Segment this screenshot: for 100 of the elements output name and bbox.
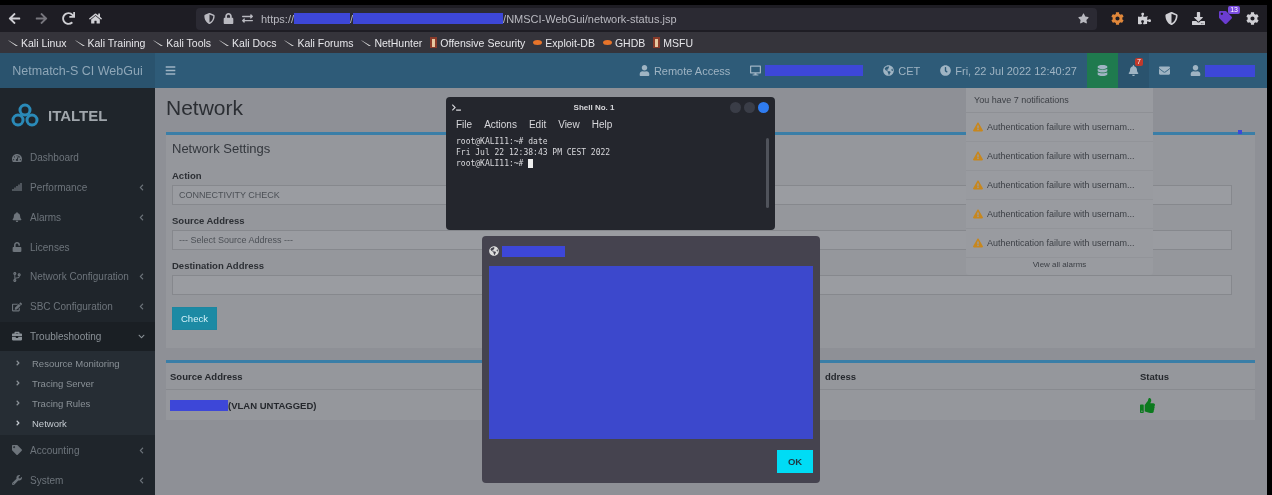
field-label: Destination Address bbox=[172, 260, 265, 271]
notification-item[interactable]: Authentication failure with usernam... bbox=[966, 142, 1153, 171]
edit-icon bbox=[12, 301, 22, 312]
fork-icon bbox=[12, 271, 22, 282]
clock-icon bbox=[940, 65, 952, 76]
database-icon[interactable] bbox=[1097, 65, 1108, 76]
sidebar-item[interactable]: Accounting bbox=[0, 435, 155, 466]
warning-icon bbox=[973, 238, 983, 248]
terminal-line: Fri Jul 22 12:38:43 PM CEST 2022 bbox=[456, 148, 611, 157]
reload-icon[interactable] bbox=[62, 12, 75, 25]
sidebar-item[interactable]: Network Configuration bbox=[0, 261, 155, 292]
submenu-item[interactable]: Resource Monitoring bbox=[0, 353, 155, 374]
chevron-icon bbox=[14, 399, 22, 408]
check-button[interactable]: Check bbox=[172, 307, 217, 330]
address-bar[interactable]: https:// / /NMSCI-WebGui/network-status.jsp bbox=[196, 7, 1097, 30]
sidebar-item[interactable]: Licenses bbox=[0, 232, 155, 262]
mail-icon[interactable] bbox=[1159, 65, 1170, 76]
user-icon[interactable] bbox=[1190, 65, 1201, 76]
menu-item[interactable]: File bbox=[456, 119, 473, 130]
extension-icon[interactable] bbox=[1138, 12, 1151, 25]
bookmark-link[interactable]: Offensive Security bbox=[430, 36, 526, 49]
chevron-icon bbox=[14, 419, 22, 428]
globe-icon bbox=[489, 246, 499, 256]
bookmark-star-icon[interactable] bbox=[1078, 13, 1089, 24]
bar-chart-icon bbox=[12, 182, 22, 193]
warning-icon bbox=[973, 151, 983, 161]
field-label: Action bbox=[172, 170, 202, 181]
column-header: Status bbox=[1140, 370, 1170, 382]
dashboard-icon bbox=[12, 152, 22, 163]
redaction-bar bbox=[1205, 64, 1255, 77]
menu-item[interactable]: Actions bbox=[484, 119, 517, 130]
user-icon bbox=[638, 65, 650, 76]
notification-item[interactable]: Authentication failure with usernam... bbox=[966, 200, 1153, 229]
submenu-item[interactable]: Network bbox=[0, 413, 155, 434]
tag-icon bbox=[12, 445, 22, 456]
warning-icon bbox=[973, 122, 983, 132]
notification-item[interactable]: Authentication failure with usernam... bbox=[966, 171, 1153, 200]
timezone-label: CET bbox=[898, 64, 921, 77]
submenu-item[interactable]: Tracing Server bbox=[0, 373, 155, 394]
settings-icon[interactable] bbox=[1246, 12, 1259, 25]
briefcase-icon bbox=[12, 331, 22, 342]
menu-item[interactable]: Help bbox=[591, 119, 613, 130]
window-title: Shell No. 1 bbox=[572, 102, 616, 112]
bookmark-link[interactable]: Kali Tools bbox=[153, 36, 212, 49]
submenu-item[interactable]: Tracing Rules bbox=[0, 393, 155, 414]
wrench-icon bbox=[12, 475, 22, 486]
logo-icon bbox=[10, 102, 40, 129]
bookmark-link[interactable]: Kali Training bbox=[74, 36, 146, 49]
menu-icon[interactable] bbox=[165, 65, 176, 76]
back-icon[interactable] bbox=[8, 12, 21, 25]
close-button[interactable] bbox=[758, 101, 769, 113]
terminal-line: root@KALI11:~# date bbox=[456, 137, 548, 146]
date-time: Fri, 22 Jul 2022 12:40:27 bbox=[955, 64, 1077, 77]
bookmark-link[interactable]: Exploit-DB bbox=[533, 36, 595, 49]
url-text: / bbox=[350, 12, 354, 25]
bookmark-link[interactable]: Kali Forums bbox=[284, 36, 354, 49]
remote-access-link[interactable]: Remote Access bbox=[653, 64, 731, 77]
page-title: Network bbox=[166, 96, 244, 120]
globe-icon bbox=[883, 65, 895, 76]
forward-icon[interactable] bbox=[35, 12, 48, 25]
computer-icon bbox=[750, 65, 762, 76]
permissions-icon bbox=[242, 13, 253, 24]
column-header: Source Address bbox=[170, 370, 243, 382]
sidebar-item[interactable]: Dashboard bbox=[0, 142, 155, 173]
bookmark-link[interactable]: Kali Linux bbox=[8, 36, 67, 49]
bookmark-link[interactable]: GHDB bbox=[602, 36, 646, 49]
redaction-bar bbox=[294, 13, 351, 24]
bookmark-link[interactable]: NetHunter bbox=[361, 36, 423, 49]
text-cursor bbox=[528, 159, 534, 168]
notification-item[interactable]: Authentication failure with usernam... bbox=[966, 113, 1153, 142]
sidebar-item[interactable]: Alarms bbox=[0, 202, 155, 233]
sidebar-item[interactable]: SBC Configuration bbox=[0, 291, 155, 322]
download-icon[interactable] bbox=[1192, 12, 1205, 25]
ok-button[interactable]: OK bbox=[777, 449, 813, 473]
shield-icon bbox=[204, 13, 215, 24]
warning-icon bbox=[973, 180, 983, 190]
notification-header: You have 7 notifications bbox=[966, 88, 1153, 113]
home-icon[interactable] bbox=[89, 12, 102, 25]
notification-bell-icon[interactable] bbox=[1128, 65, 1139, 76]
sidebar-item[interactable]: System bbox=[0, 465, 155, 495]
terminal-icon bbox=[452, 102, 461, 112]
table-cell: (VLAN UNTAGGED) bbox=[228, 399, 317, 411]
menu-item[interactable]: Edit bbox=[528, 119, 547, 130]
redaction-bar bbox=[170, 399, 228, 411]
app-brand[interactable]: Netmatch-S CI WebGui bbox=[0, 53, 155, 88]
logo-text: ITALTEL bbox=[48, 106, 108, 124]
extension-icon[interactable] bbox=[1111, 12, 1124, 25]
bookmark-link[interactable]: MSFU bbox=[653, 36, 693, 49]
bell-icon bbox=[12, 212, 22, 223]
unlock-icon bbox=[12, 242, 22, 252]
sidebar-item[interactable]: Troubleshooting bbox=[0, 321, 155, 352]
url-text: /NMSCI-WebGui/network-status.jsp bbox=[503, 12, 677, 25]
notification-item[interactable]: Authentication failure with usernam... bbox=[966, 229, 1153, 258]
card-title: Network Settings bbox=[172, 141, 271, 156]
view-all-link[interactable]: View all alarms bbox=[966, 258, 1153, 275]
bookmark-link[interactable]: Kali Docs bbox=[219, 36, 277, 49]
warning-icon bbox=[973, 209, 983, 219]
menu-item[interactable]: View bbox=[558, 119, 580, 130]
sidebar-item[interactable]: Performance bbox=[0, 172, 155, 203]
redaction-bar bbox=[502, 245, 565, 257]
